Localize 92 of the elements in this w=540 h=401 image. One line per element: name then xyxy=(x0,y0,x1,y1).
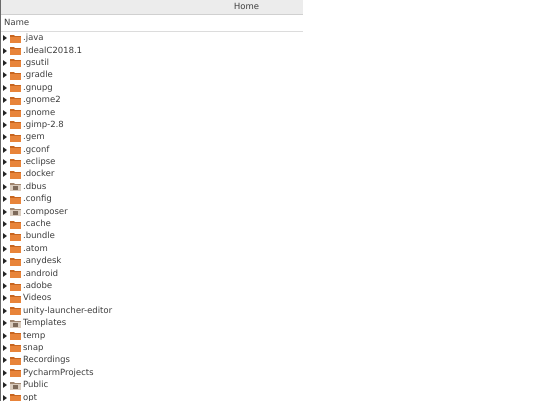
expander-icon[interactable] xyxy=(3,134,8,140)
column-header[interactable]: Name xyxy=(4,18,30,28)
expander-icon[interactable] xyxy=(3,122,8,128)
folder-icon xyxy=(10,282,21,290)
folder-name[interactable]: .config xyxy=(23,193,52,206)
folder-name[interactable]: .gradle xyxy=(23,69,53,82)
folder-icon xyxy=(10,145,21,154)
folder-icon xyxy=(10,356,21,365)
folder-icon xyxy=(10,170,21,179)
folder-icon xyxy=(10,182,21,192)
folder-name[interactable]: Public xyxy=(23,379,48,392)
folder-icon xyxy=(10,83,21,92)
expander-icon[interactable] xyxy=(3,110,8,116)
folder-icon xyxy=(10,58,21,68)
folder-icon xyxy=(10,318,21,328)
expander-icon[interactable] xyxy=(3,308,8,314)
folder-name[interactable]: unity-launcher-editor xyxy=(23,304,112,317)
expander-icon[interactable] xyxy=(3,246,8,252)
folder-name[interactable]: .android xyxy=(23,268,58,280)
folder-icon xyxy=(10,132,21,142)
folder-name[interactable]: .gsutil xyxy=(23,56,49,69)
folder-name[interactable]: snap xyxy=(23,342,44,354)
folder-name[interactable]: .IdealC2018.1 xyxy=(23,44,82,57)
folder-name[interactable]: Videos xyxy=(23,292,52,304)
expander-icon[interactable] xyxy=(3,84,8,91)
folder-icon xyxy=(10,46,21,56)
folder-name[interactable]: .adobe xyxy=(23,280,52,292)
expander-icon[interactable] xyxy=(3,382,8,388)
folder-icon xyxy=(10,343,21,352)
expander-icon[interactable] xyxy=(3,221,8,228)
folder-name[interactable]: .gnome2 xyxy=(23,94,61,106)
folder-name[interactable]: .eclipse xyxy=(23,156,56,168)
folder-icon xyxy=(10,368,21,378)
expander-icon[interactable] xyxy=(3,320,8,326)
expander-icon[interactable] xyxy=(3,97,8,104)
folder-name[interactable]: temp xyxy=(23,330,46,342)
expander-icon[interactable] xyxy=(3,332,8,339)
expander-icon[interactable] xyxy=(3,72,8,78)
folder-name[interactable]: Templates xyxy=(23,317,66,330)
folder-name[interactable]: PycharmProjects xyxy=(23,366,94,379)
folder-icon xyxy=(10,220,21,229)
folder-icon xyxy=(10,256,21,266)
folder-icon xyxy=(10,306,21,316)
folder-name[interactable]: .docker xyxy=(23,168,54,180)
folder-name[interactable]: .gnome xyxy=(23,106,56,119)
folder-icon xyxy=(10,244,21,254)
folder-icon xyxy=(10,34,21,43)
folder-name[interactable]: .cache xyxy=(23,218,51,230)
folder-name[interactable]: .gconf xyxy=(23,144,50,156)
expander-icon[interactable] xyxy=(3,344,8,351)
expander-icon[interactable] xyxy=(3,394,8,401)
folder-icon xyxy=(10,294,21,303)
expander-icon[interactable] xyxy=(3,48,8,54)
expander-icon[interactable] xyxy=(3,184,8,190)
folder-icon xyxy=(10,120,21,130)
folder-icon xyxy=(10,380,21,390)
folder-icon xyxy=(10,232,21,241)
folder-name[interactable]: .composer xyxy=(23,206,68,218)
folder-name[interactable]: .gnupg xyxy=(23,82,53,94)
expander-icon[interactable] xyxy=(3,283,8,289)
folder-icon xyxy=(10,393,21,401)
expander-icon[interactable] xyxy=(3,159,8,166)
folder-icon xyxy=(10,158,21,167)
expander-icon[interactable] xyxy=(3,60,8,66)
folder-icon xyxy=(10,70,21,80)
folder-name[interactable]: .gem xyxy=(23,131,45,144)
folder-icon xyxy=(10,108,21,118)
expander-icon[interactable] xyxy=(3,208,8,215)
folder-name[interactable]: opt xyxy=(23,392,37,401)
expander-icon[interactable] xyxy=(3,196,8,202)
folder-icon xyxy=(10,269,21,278)
expander-icon[interactable] xyxy=(3,270,8,277)
folder-icon xyxy=(10,194,21,204)
expander-icon[interactable] xyxy=(3,146,8,153)
expander-icon[interactable] xyxy=(3,295,8,302)
folder-icon xyxy=(10,96,21,105)
folder-icon xyxy=(10,207,21,216)
expander-icon[interactable] xyxy=(3,233,8,240)
folder-icon xyxy=(10,331,21,340)
expander-icon[interactable] xyxy=(3,357,8,364)
folder-name[interactable]: .anydesk xyxy=(23,255,62,268)
folder-name[interactable]: .atom xyxy=(23,242,48,255)
folder-name[interactable]: Recordings xyxy=(23,354,70,366)
expander-icon[interactable] xyxy=(3,258,8,264)
expander-icon[interactable] xyxy=(3,171,8,178)
expander-icon[interactable] xyxy=(3,35,8,42)
folder-name[interactable]: .bundle xyxy=(23,230,55,242)
folder-name[interactable]: .dbus xyxy=(23,180,46,193)
expander-icon[interactable] xyxy=(3,370,8,376)
folder-name[interactable]: .java xyxy=(23,32,44,44)
folder-name[interactable]: .gimp-2.8 xyxy=(23,118,64,131)
window-title: Home xyxy=(234,2,259,12)
